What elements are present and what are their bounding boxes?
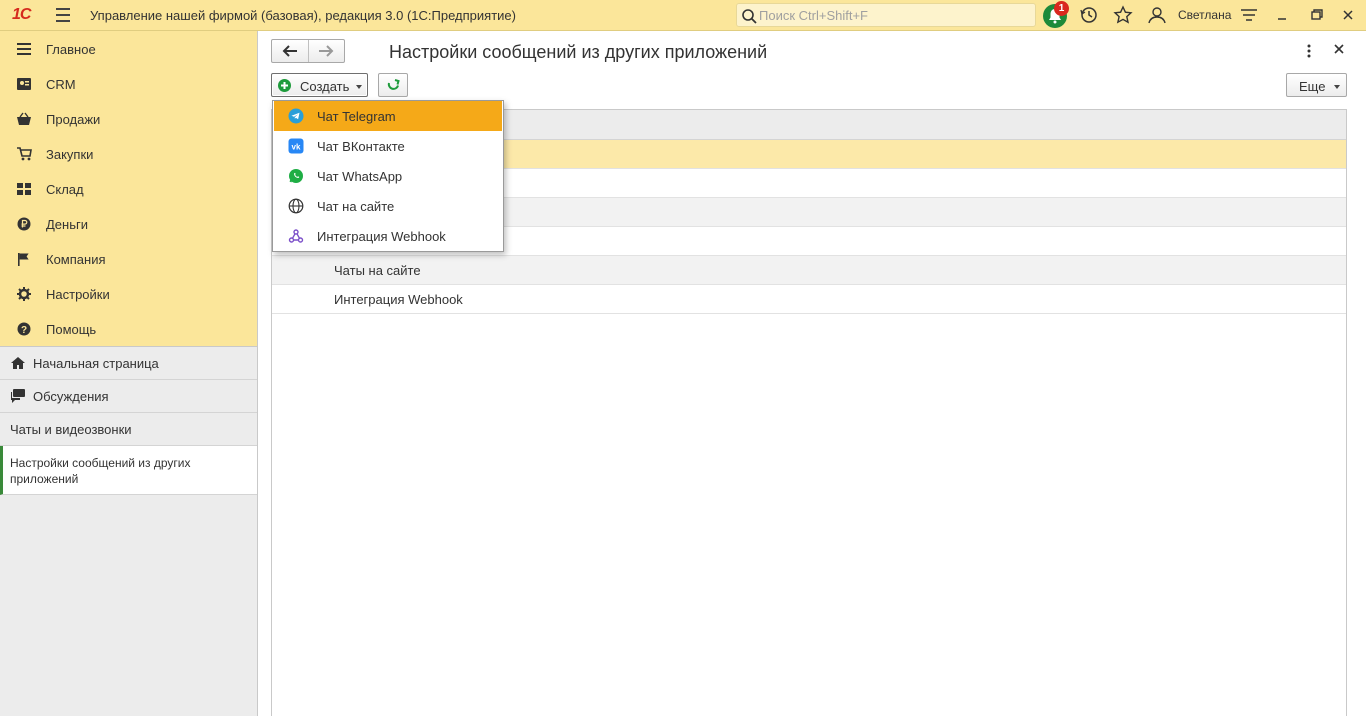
- menu-item-vk[interactable]: vk Чат ВКонтакте: [274, 131, 502, 161]
- section-label: Помощь: [46, 322, 97, 337]
- telegram-icon: [288, 108, 304, 124]
- section-settings[interactable]: Настройки: [0, 276, 257, 311]
- menu-item-label: Чат на сайте: [317, 199, 395, 214]
- minimize-icon[interactable]: [1272, 4, 1294, 26]
- chevron-down-icon: [1334, 85, 1340, 89]
- menu-item-webhook[interactable]: Интеграция Webhook: [274, 221, 502, 251]
- section-company[interactable]: Компания: [0, 241, 257, 276]
- nav-active-label: Настройки сообщений из других приложений: [10, 456, 191, 486]
- star-icon[interactable]: [1112, 4, 1134, 26]
- webhook-icon: [288, 229, 304, 243]
- table-row[interactable]: Интеграция Webhook: [272, 285, 1346, 314]
- home-icon: [11, 357, 25, 369]
- section-warehouse[interactable]: Склад: [0, 171, 257, 206]
- section-purchases[interactable]: Закупки: [0, 136, 257, 171]
- close-window-icon[interactable]: [1338, 4, 1360, 26]
- help-icon: ?: [17, 322, 31, 336]
- section-money[interactable]: Деньги: [0, 206, 257, 241]
- create-button[interactable]: Создать: [271, 73, 368, 97]
- menu-item-whatsapp[interactable]: Чат WhatsApp: [274, 161, 502, 191]
- warehouse-icon: [17, 183, 31, 195]
- section-label: Склад: [46, 182, 84, 197]
- forward-arrow-icon[interactable]: [318, 44, 334, 58]
- section-main[interactable]: Главное: [0, 31, 257, 66]
- whatsapp-icon: [289, 169, 303, 183]
- nav-label: Обсуждения: [33, 389, 109, 404]
- section-label: Продажи: [46, 112, 101, 127]
- table-row[interactable]: Чаты на сайте: [272, 256, 1346, 285]
- nav-label: Начальная страница: [33, 356, 159, 371]
- history-icon[interactable]: [1078, 4, 1100, 26]
- user-icon[interactable]: [1146, 4, 1168, 26]
- list-icon: [17, 43, 31, 55]
- contacts-icon: [17, 78, 31, 90]
- globe-icon: [288, 198, 304, 214]
- table-cell: Чаты на сайте: [334, 263, 421, 278]
- menu-item-label: Интеграция Webhook: [317, 229, 446, 244]
- gear-icon: [17, 287, 31, 301]
- basket-icon: [17, 112, 31, 125]
- sidebar: Главное CRM Продажи Закупки Склад Деньги…: [0, 31, 258, 716]
- chevron-down-icon: [356, 85, 362, 89]
- section-label: Главное: [46, 42, 96, 57]
- nav-home-page[interactable]: Начальная страница: [0, 347, 257, 380]
- menu-item-label: Чат WhatsApp: [317, 169, 403, 184]
- section-label: Деньги: [46, 217, 88, 232]
- svg-text:vk: vk: [292, 143, 301, 152]
- section-help[interactable]: ? Помощь: [0, 311, 257, 346]
- history-nav: [271, 39, 345, 63]
- menu-item-label: Чат Telegram: [317, 109, 396, 124]
- notification-badge: 1: [1054, 1, 1069, 16]
- menu-item-label: Чат ВКонтакте: [317, 139, 405, 154]
- create-label: Создать: [300, 79, 350, 94]
- section-sales[interactable]: Продажи: [0, 101, 257, 136]
- refresh-button[interactable]: [378, 73, 408, 97]
- section-label: Закупки: [46, 147, 94, 162]
- menu-icon[interactable]: [56, 8, 70, 22]
- nav-chats-calls[interactable]: Чаты и видеозвонки: [0, 413, 257, 446]
- search-input[interactable]: [759, 6, 1029, 24]
- top-bar: 1С Управление нашей фирмой (базовая), ре…: [0, 0, 1366, 31]
- section-label: Компания: [46, 252, 106, 267]
- create-dropdown-menu: Чат Telegram vk Чат ВКонтакте Чат WhatsA…: [272, 100, 504, 252]
- nav-label: Чаты и видеозвонки: [10, 422, 132, 437]
- ruble-icon: [17, 217, 31, 231]
- restore-icon[interactable]: [1306, 4, 1328, 26]
- settings-lines-icon[interactable]: [1238, 4, 1260, 26]
- nav-active-settings-messages[interactable]: Настройки сообщений из других приложений: [0, 446, 257, 495]
- more-vert-icon[interactable]: [1303, 43, 1315, 59]
- back-arrow-icon[interactable]: [282, 44, 298, 58]
- plus-icon: [278, 79, 291, 92]
- table-cell: Интеграция Webhook: [334, 292, 463, 307]
- more-button[interactable]: Еще: [1286, 73, 1347, 97]
- flag-icon: [18, 253, 29, 266]
- section-label: Настройки: [46, 287, 110, 302]
- section-crm[interactable]: CRM: [0, 66, 257, 101]
- search-icon: [742, 9, 757, 24]
- section-label: CRM: [46, 77, 76, 92]
- svg-text:?: ?: [21, 325, 27, 336]
- chat-icon: [11, 389, 25, 403]
- app-title: Управление нашей фирмой (базовая), редак…: [90, 8, 516, 23]
- search-box[interactable]: [736, 3, 1036, 27]
- logo-1c[interactable]: 1С: [12, 6, 31, 24]
- menu-item-site-chat[interactable]: Чат на сайте: [274, 191, 502, 221]
- menu-item-telegram[interactable]: Чат Telegram: [274, 101, 502, 131]
- nav-discussions[interactable]: Обсуждения: [0, 380, 257, 413]
- more-label: Еще: [1299, 79, 1326, 94]
- page-title: Настройки сообщений из других приложений: [389, 42, 768, 62]
- close-icon[interactable]: [1332, 42, 1346, 56]
- vk-icon: vk: [288, 138, 304, 154]
- user-name[interactable]: Светлана: [1178, 8, 1231, 22]
- cart-icon: [17, 147, 32, 161]
- sections-panel: Главное CRM Продажи Закупки Склад Деньги…: [0, 31, 257, 347]
- refresh-icon: [387, 79, 400, 90]
